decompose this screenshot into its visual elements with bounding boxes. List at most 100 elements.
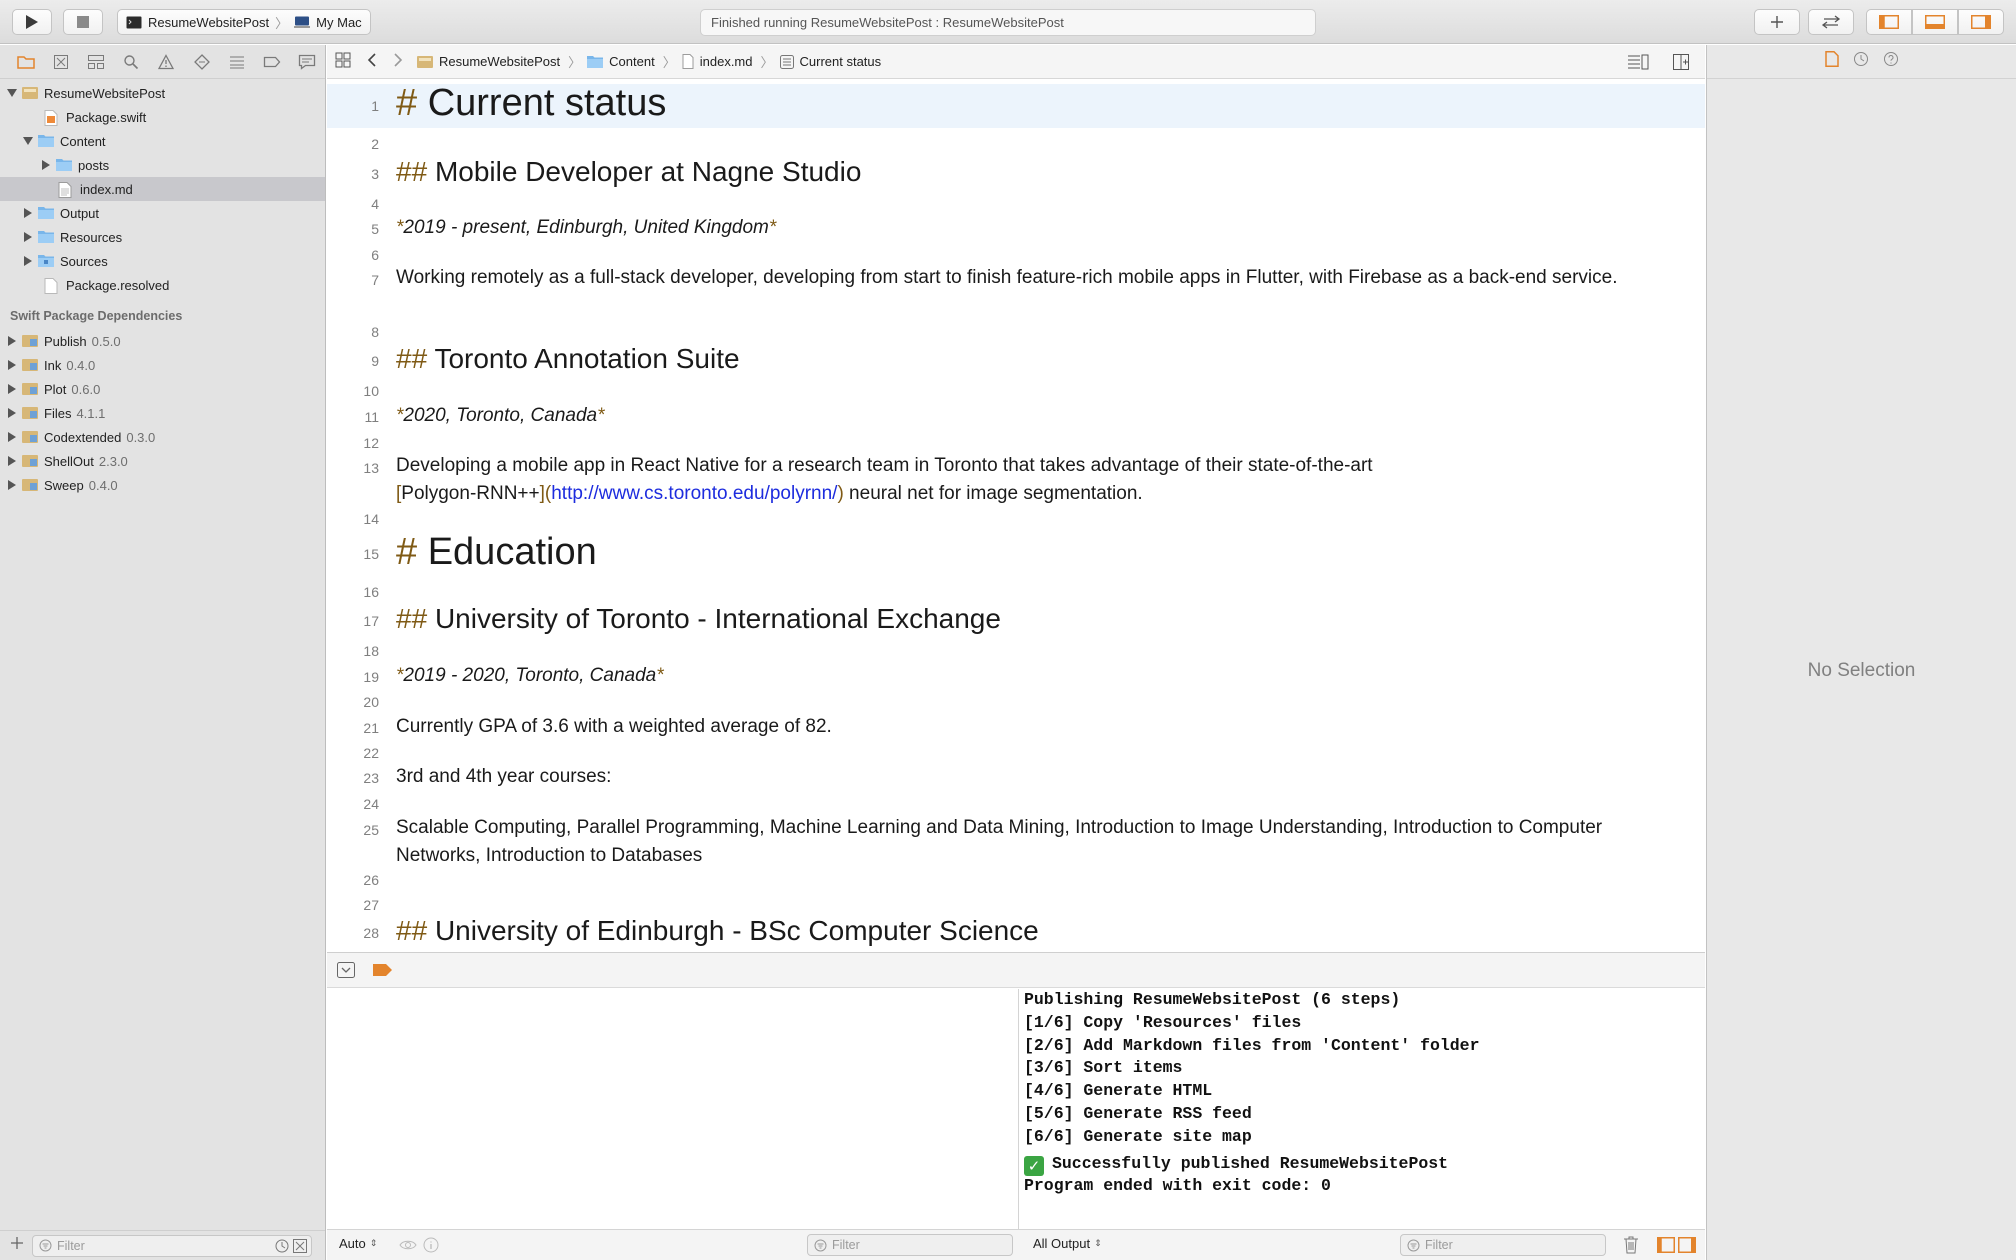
breadcrumb-project[interactable]: ResumeWebsitePost bbox=[417, 54, 560, 69]
quick-look-button[interactable] bbox=[399, 1238, 417, 1257]
breadcrumb-symbol[interactable]: Current status bbox=[779, 54, 881, 69]
source-control-tab[interactable] bbox=[43, 47, 78, 77]
document-icon bbox=[682, 54, 694, 69]
jump-bar: ResumeWebsitePost 〉 Content 〉 index.md 〉… bbox=[327, 45, 1705, 79]
line-number: 9 bbox=[371, 353, 379, 369]
add-editor-button[interactable] bbox=[1673, 54, 1689, 73]
disclosure-closed-icon bbox=[6, 431, 18, 443]
tree-item-resources-folder[interactable]: Resources bbox=[0, 225, 325, 249]
project-navigator-tab[interactable] bbox=[8, 47, 43, 77]
code-review-button[interactable] bbox=[1808, 9, 1854, 35]
line-number: 6 bbox=[371, 247, 379, 263]
plus-icon bbox=[1771, 16, 1783, 28]
issue-navigator-tab[interactable] bbox=[149, 47, 184, 77]
variables-view[interactable] bbox=[327, 989, 1019, 1229]
disclosure-closed-icon bbox=[6, 383, 18, 395]
terminal-icon bbox=[126, 16, 142, 28]
tree-item-package-swift[interactable]: Package.swift bbox=[0, 105, 325, 129]
run-button[interactable] bbox=[12, 9, 52, 35]
stop-icon bbox=[77, 16, 89, 28]
variables-scope-popup[interactable]: Auto ⇕ bbox=[339, 1236, 377, 1251]
section-icon bbox=[779, 54, 794, 69]
variables-filter-field[interactable]: Filter bbox=[807, 1234, 1013, 1256]
console-line: [6/6] Generate site map bbox=[1024, 1126, 1252, 1146]
dependency-item[interactable]: Ink 0.4.0 bbox=[0, 353, 325, 377]
console-filter-field[interactable]: Filter bbox=[1400, 1234, 1606, 1256]
line-number: 12 bbox=[363, 435, 379, 451]
activity-status-text: Finished running ResumeWebsitePost : Res… bbox=[711, 15, 1064, 30]
editor-line: 21 Currently GPA of 3.6 with a weighted … bbox=[327, 713, 1705, 743]
line-number: 3 bbox=[371, 166, 379, 182]
test-navigator-tab[interactable] bbox=[184, 47, 219, 77]
heading-2: ## University of Edinburgh - BSc Compute… bbox=[396, 915, 1676, 947]
source-editor[interactable]: 1 # Current status 2 3 ## Mobile Develop… bbox=[327, 80, 1705, 951]
editor-options-button[interactable] bbox=[1627, 54, 1649, 73]
navigator-filter-field[interactable]: Filter bbox=[32, 1234, 312, 1257]
heading-text: University of Toronto - International Ex… bbox=[434, 603, 1001, 634]
clock-icon[interactable] bbox=[275, 1239, 289, 1253]
help-icon bbox=[1883, 52, 1898, 66]
toggle-inspector-button[interactable] bbox=[1958, 9, 2004, 35]
dependency-item[interactable]: Codextended 0.3.0 bbox=[0, 425, 325, 449]
editor-line: 14 bbox=[327, 507, 1705, 533]
tree-item-posts-folder[interactable]: posts bbox=[0, 153, 325, 177]
quick-help-tab[interactable] bbox=[1883, 51, 1899, 72]
dependency-item[interactable]: Sweep 0.4.0 bbox=[0, 473, 325, 497]
info-button[interactable] bbox=[423, 1237, 439, 1258]
scm-filter-icon[interactable] bbox=[293, 1238, 307, 1253]
breadcrumb-separator-icon: 〉 bbox=[662, 55, 676, 70]
tree-item-label: Package.resolved bbox=[66, 277, 170, 293]
heading-text: Mobile Developer at Nagne Studio bbox=[434, 156, 862, 187]
navigator-tabs bbox=[0, 45, 325, 79]
find-navigator-tab[interactable] bbox=[114, 47, 149, 77]
dependency-item[interactable]: Publish 0.5.0 bbox=[0, 329, 325, 353]
dependency-item[interactable]: Plot 0.6.0 bbox=[0, 377, 325, 401]
tree-item-package-resolved[interactable]: Package.resolved bbox=[0, 273, 325, 297]
report-navigator-tab[interactable] bbox=[290, 47, 325, 77]
output-selector-popup[interactable]: All Output ⇕ bbox=[1033, 1236, 1102, 1251]
tree-item-index-md[interactable]: index.md bbox=[0, 177, 325, 201]
hide-debug-area-button[interactable] bbox=[337, 962, 355, 983]
tree-item-content-folder[interactable]: Content bbox=[0, 129, 325, 153]
forward-button[interactable] bbox=[393, 53, 403, 70]
stop-button[interactable] bbox=[63, 9, 103, 35]
project-icon bbox=[417, 55, 433, 68]
scheme-selector[interactable]: ResumeWebsitePost 〉 My Mac bbox=[117, 9, 371, 35]
breakpoint-navigator-tab[interactable] bbox=[255, 47, 290, 77]
history-inspector-tab[interactable] bbox=[1853, 51, 1869, 72]
breadcrumb-separator-icon: 〉 bbox=[568, 55, 582, 70]
tree-item-project[interactable]: ResumeWebsitePost bbox=[0, 81, 325, 105]
filter-icon bbox=[39, 1239, 52, 1252]
add-file-button[interactable] bbox=[10, 1236, 24, 1255]
file-inspector-tab[interactable] bbox=[1824, 51, 1839, 72]
breakpoints-toggle-button[interactable] bbox=[373, 963, 393, 982]
console-exit-line: Program ended with exit code: 0 bbox=[1024, 1176, 1331, 1196]
magnifier-icon bbox=[124, 54, 139, 69]
paragraph-text: Working remotely as a full-stack develop… bbox=[396, 267, 1618, 288]
link-url[interactable]: http://www.cs.toronto.edu/polyrnn/ bbox=[551, 483, 837, 504]
breadcrumb-file[interactable]: index.md bbox=[682, 54, 752, 69]
breadcrumb-folder[interactable]: Content bbox=[587, 54, 655, 69]
debug-navigator-tab[interactable] bbox=[219, 47, 254, 77]
folder-icon bbox=[16, 55, 35, 69]
console-output[interactable]: Publishing ResumeWebsitePost (6 steps) [… bbox=[1020, 989, 1705, 1229]
toggle-variables-view-button[interactable] bbox=[1657, 1237, 1675, 1258]
chevron-right-icon bbox=[394, 53, 403, 67]
library-button[interactable] bbox=[1754, 9, 1800, 35]
toggle-debug-area-button[interactable] bbox=[1912, 9, 1958, 35]
tree-item-output-folder[interactable]: Output bbox=[0, 201, 325, 225]
popup-arrows-icon: ⇕ bbox=[369, 1238, 378, 1248]
back-button[interactable] bbox=[367, 53, 377, 70]
dependency-item[interactable]: ShellOut 2.3.0 bbox=[0, 449, 325, 473]
symbol-navigator-tab[interactable] bbox=[78, 47, 113, 77]
heading-2: ## Toronto Annotation Suite bbox=[396, 343, 1676, 375]
markdown-marker: ## bbox=[396, 156, 428, 187]
markdown-marker: # bbox=[396, 82, 418, 124]
paragraph-content: Developing a mobile app in React Native … bbox=[396, 455, 1373, 476]
clear-console-button[interactable] bbox=[1623, 1236, 1639, 1259]
tree-item-sources-folder[interactable]: Sources bbox=[0, 249, 325, 273]
related-items-button[interactable] bbox=[335, 52, 351, 71]
toggle-navigator-button[interactable] bbox=[1866, 9, 1912, 35]
dependency-item[interactable]: Files 4.1.1 bbox=[0, 401, 325, 425]
toggle-console-view-button[interactable] bbox=[1678, 1237, 1696, 1258]
